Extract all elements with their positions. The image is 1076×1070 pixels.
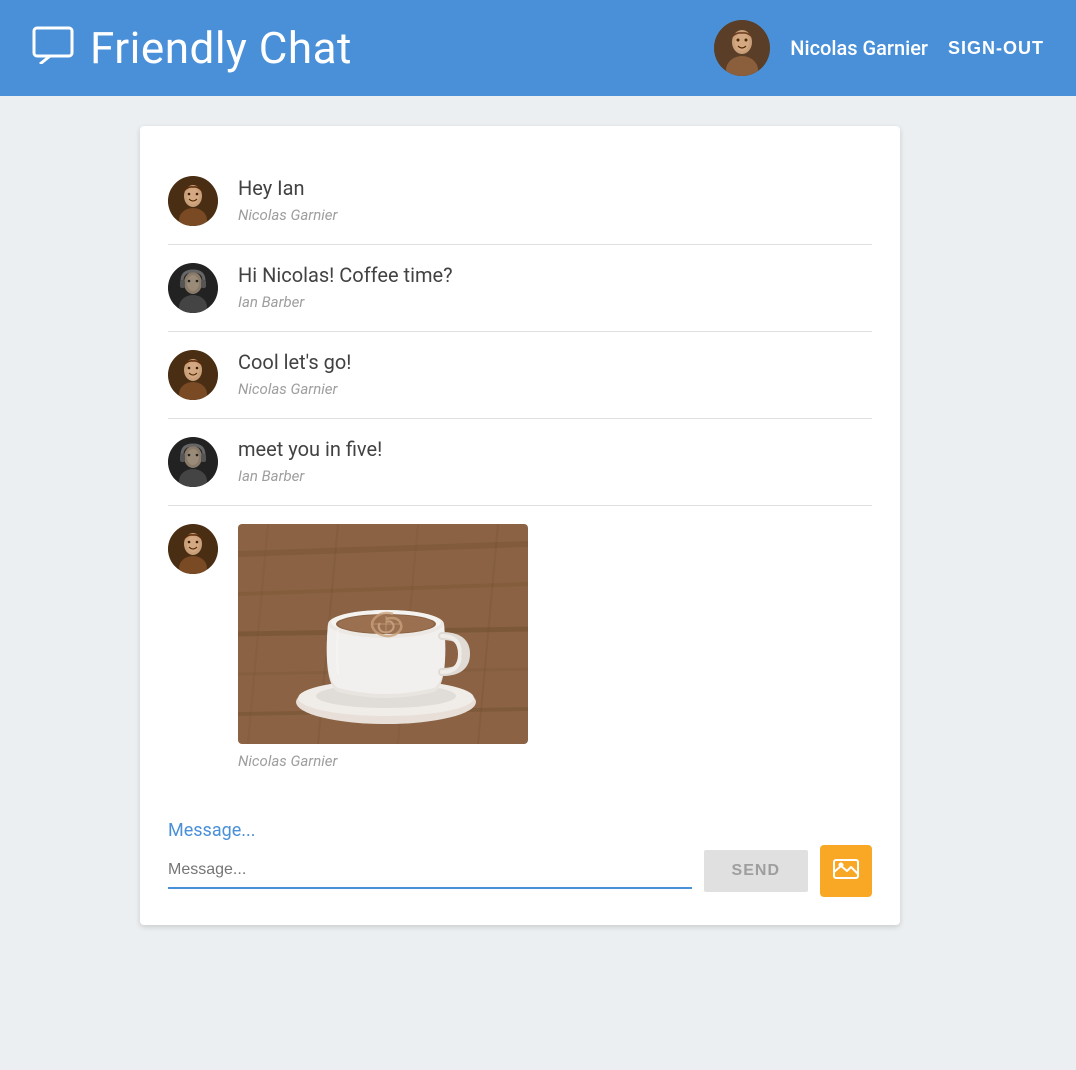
message-input-label: Message...: [168, 820, 872, 841]
sign-out-button[interactable]: SIGN-OUT: [948, 38, 1044, 59]
message-content: meet you in five! Ian Barber: [238, 437, 872, 485]
chat-card: Hey Ian Nicolas Garnier: [140, 126, 900, 925]
message-item: Cool let's go! Nicolas Garnier: [168, 332, 872, 419]
message-text: meet you in five!: [238, 437, 872, 461]
send-button[interactable]: SEND: [704, 850, 808, 892]
message-content: Hey Ian Nicolas Garnier: [238, 176, 872, 224]
image-upload-icon: [833, 857, 859, 885]
header-user-section: Nicolas Garnier SIGN-OUT: [714, 20, 1044, 76]
avatar: [168, 176, 218, 226]
avatar: [168, 524, 218, 574]
message-content: Cool let's go! Nicolas Garnier: [238, 350, 872, 398]
main-content: Hey Ian Nicolas Garnier: [0, 96, 1076, 955]
message-item: Hey Ian Nicolas Garnier: [168, 158, 872, 245]
message-sender: Ian Barber: [238, 293, 872, 311]
chat-icon: [32, 26, 74, 70]
avatar: [168, 437, 218, 487]
message-content-image: Nicolas Garnier: [238, 524, 872, 770]
message-text: Hey Ian: [238, 176, 872, 200]
message-input[interactable]: [168, 853, 692, 889]
message-item: Hi Nicolas! Coffee time? Ian Barber: [168, 245, 872, 332]
message-sender: Ian Barber: [238, 467, 872, 485]
message-item: meet you in five! Ian Barber: [168, 419, 872, 506]
avatar: [168, 350, 218, 400]
messages-list: Hey Ian Nicolas Garnier: [168, 158, 872, 788]
app-title: Friendly Chat: [90, 22, 352, 74]
header-user-name: Nicolas Garnier: [790, 36, 928, 60]
app-header: Friendly Chat Nicolas Garnier SIGN-OUT: [0, 0, 1076, 96]
header-avatar: [714, 20, 770, 76]
message-sender: Nicolas Garnier: [238, 206, 872, 224]
input-row: SEND: [168, 845, 872, 897]
image-upload-button[interactable]: [820, 845, 872, 897]
coffee-image: [238, 524, 528, 744]
message-sender: Nicolas Garnier: [238, 380, 872, 398]
message-text: Cool let's go!: [238, 350, 872, 374]
message-sender: Nicolas Garnier: [238, 752, 872, 770]
message-content: Hi Nicolas! Coffee time? Ian Barber: [238, 263, 872, 311]
message-item: Nicolas Garnier: [168, 506, 872, 788]
header-brand: Friendly Chat: [32, 22, 352, 74]
avatar: [168, 263, 218, 313]
message-text: Hi Nicolas! Coffee time?: [238, 263, 872, 287]
message-input-area: Message... SEND: [168, 812, 872, 897]
